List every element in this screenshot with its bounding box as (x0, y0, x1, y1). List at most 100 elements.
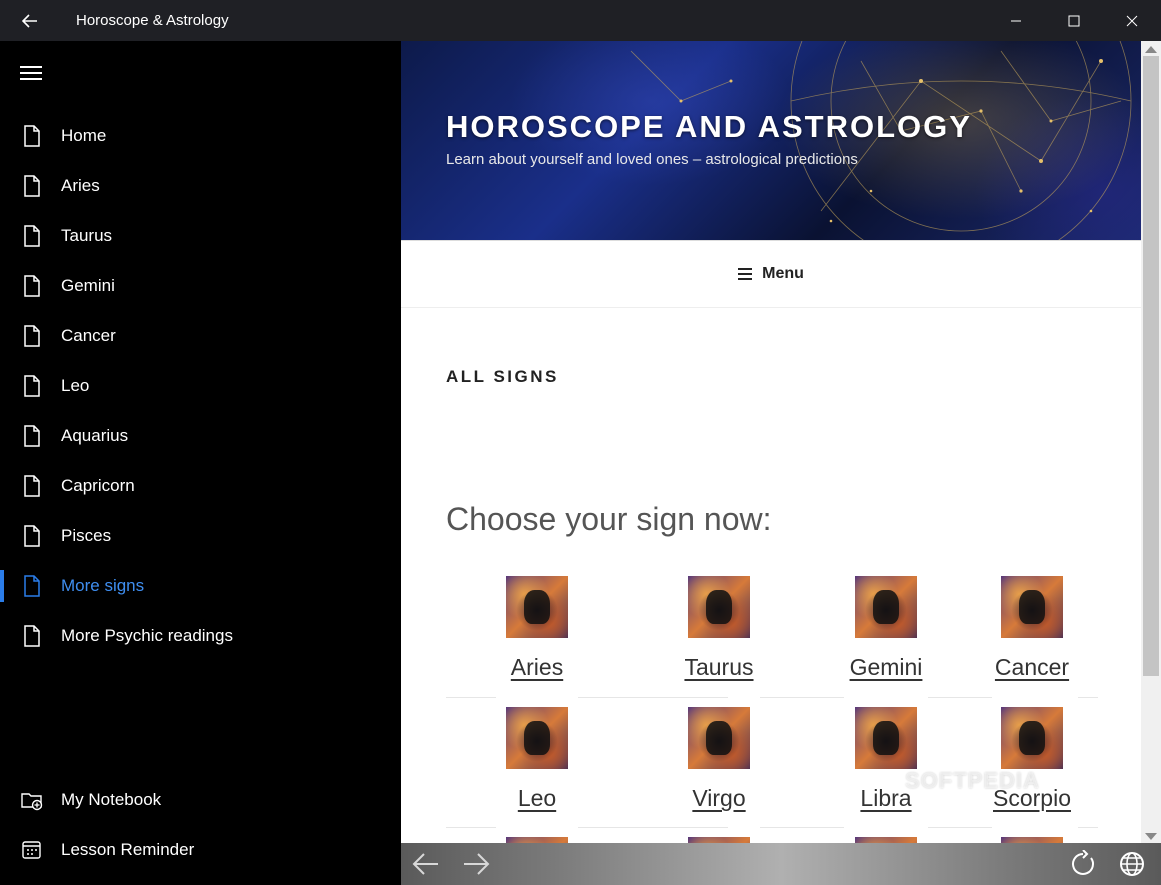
sidebar-item-more-signs[interactable]: More signs (0, 561, 401, 611)
sign-image[interactable] (855, 707, 917, 769)
document-icon (24, 125, 40, 147)
sidebar-item-label: Capricorn (61, 476, 135, 495)
menu-icon (738, 268, 753, 280)
sign-image[interactable] (1001, 576, 1063, 638)
document-icon (24, 425, 40, 447)
sign-card-virgo[interactable]: Virgo (644, 707, 794, 812)
sidebar-item-my-notebook[interactable]: My Notebook (0, 775, 401, 825)
sign-image[interactable] (688, 576, 750, 638)
open-in-browser-button[interactable] (1117, 849, 1147, 879)
sign-card-taurus[interactable]: Taurus (644, 576, 794, 681)
site-menu-button[interactable]: Menu (401, 240, 1141, 308)
maximize-icon (1068, 15, 1080, 26)
sidebar-item-lesson-reminder[interactable]: Lesson Reminder (0, 825, 401, 875)
sign-image[interactable] (506, 707, 568, 769)
sign-card-libra[interactable]: Libra (811, 707, 961, 812)
scroll-up-arrow-icon[interactable] (1145, 46, 1157, 53)
sidebar-item-gemini[interactable]: Gemini (0, 261, 401, 311)
header-banner: HOROSCOPE AND ASTROLOGY Learn about your… (401, 41, 1141, 240)
document-icon (24, 325, 40, 347)
row-divider (1078, 697, 1098, 698)
row-divider (578, 827, 728, 828)
document-icon (24, 375, 40, 397)
hamburger-menu-icon[interactable] (20, 66, 42, 80)
browser-forward-button[interactable] (461, 849, 491, 879)
sidebar-item-cancer[interactable]: Cancer (0, 311, 401, 361)
row-divider (1078, 827, 1098, 828)
row-divider (760, 697, 844, 698)
row-divider (446, 697, 496, 698)
document-icon (24, 175, 40, 197)
sidebar-item-aquarius[interactable]: Aquarius (0, 411, 401, 461)
close-button[interactable] (1103, 0, 1161, 41)
sign-card-aries[interactable]: Aries (462, 576, 612, 681)
row-divider (928, 697, 992, 698)
document-icon (24, 225, 40, 247)
arrow-left-icon (22, 13, 37, 28)
browser-toolbar (401, 843, 1161, 885)
minimize-button[interactable] (987, 0, 1045, 41)
document-icon (24, 475, 40, 497)
sign-link[interactable]: Taurus (684, 654, 753, 681)
sign-image[interactable] (506, 576, 568, 638)
title-bar: Horoscope & Astrology (0, 0, 1161, 41)
row-divider (446, 827, 496, 828)
scroll-down-arrow-icon[interactable] (1145, 833, 1157, 840)
site-title[interactable]: HOROSCOPE AND ASTROLOGY (446, 109, 972, 145)
scrollbar-thumb[interactable] (1143, 56, 1159, 676)
row-divider (928, 827, 992, 828)
arrow-right-icon (464, 853, 490, 875)
sidebar-item-aries[interactable]: Aries (0, 161, 401, 211)
sign-image[interactable] (688, 707, 750, 769)
back-button[interactable] (0, 0, 60, 41)
sign-link[interactable]: Aries (511, 654, 563, 681)
sidebar-item-label: Taurus (61, 226, 113, 245)
sidebar-item-label: Home (61, 126, 107, 145)
row-divider (578, 697, 728, 698)
sign-link[interactable]: Gemini (850, 654, 923, 681)
section-title: ALL SIGNS (446, 367, 559, 386)
sign-card-scorpio[interactable]: Scorpio (957, 707, 1107, 812)
refresh-icon (1072, 850, 1094, 875)
arrow-left-icon (412, 853, 438, 875)
sidebar-item-label: More Psychic readings (61, 626, 233, 645)
sidebar-item-taurus[interactable]: Taurus (0, 211, 401, 261)
sign-link[interactable]: Cancer (995, 654, 1069, 681)
window-controls (987, 0, 1161, 41)
globe-icon (1120, 852, 1144, 876)
sign-card-cancer[interactable]: Cancer (957, 576, 1107, 681)
sidebar-item-label: Cancer (61, 326, 116, 345)
menu-label: Menu (762, 265, 804, 282)
sign-link[interactable]: Virgo (692, 785, 745, 812)
maximize-button[interactable] (1045, 0, 1103, 41)
browser-back-button[interactable] (411, 849, 441, 879)
document-icon (24, 275, 40, 297)
refresh-button[interactable] (1068, 849, 1098, 879)
close-icon (1126, 15, 1138, 26)
sign-image[interactable] (855, 576, 917, 638)
sign-card-leo[interactable]: Leo (462, 707, 612, 812)
sidebar-item-home[interactable]: Home (0, 111, 401, 161)
window-title: Horoscope & Astrology (76, 12, 229, 29)
sidebar-item-label: Aries (61, 176, 100, 195)
document-icon (24, 575, 40, 597)
sidebar-item-label: Lesson Reminder (61, 840, 195, 859)
web-content: HOROSCOPE AND ASTROLOGY Learn about your… (401, 41, 1141, 843)
sidebar-item-label: More signs (61, 576, 145, 595)
site-tagline: Learn about yourself and loved ones – as… (446, 151, 858, 168)
folder-add-icon (21, 793, 43, 811)
sidebar-item-label: Gemini (61, 276, 115, 295)
sign-link[interactable]: Libra (860, 785, 911, 812)
page-heading: Choose your sign now: (446, 501, 772, 537)
sign-link[interactable]: Leo (518, 785, 556, 812)
document-icon (24, 525, 40, 547)
sidebar-item-pisces[interactable]: Pisces (0, 511, 401, 561)
sidebar-item-leo[interactable]: Leo (0, 361, 401, 411)
sign-card-gemini[interactable]: Gemini (811, 576, 961, 681)
sidebar-item-label: Leo (61, 376, 90, 395)
sign-image[interactable] (1001, 707, 1063, 769)
sidebar-item-capricorn[interactable]: Capricorn (0, 461, 401, 511)
watermark: SOFTPEDIA (905, 768, 1040, 793)
sidebar-item-more-psychic-readings[interactable]: More Psychic readings (0, 611, 401, 661)
sidebar-item-label: Pisces (61, 526, 112, 545)
